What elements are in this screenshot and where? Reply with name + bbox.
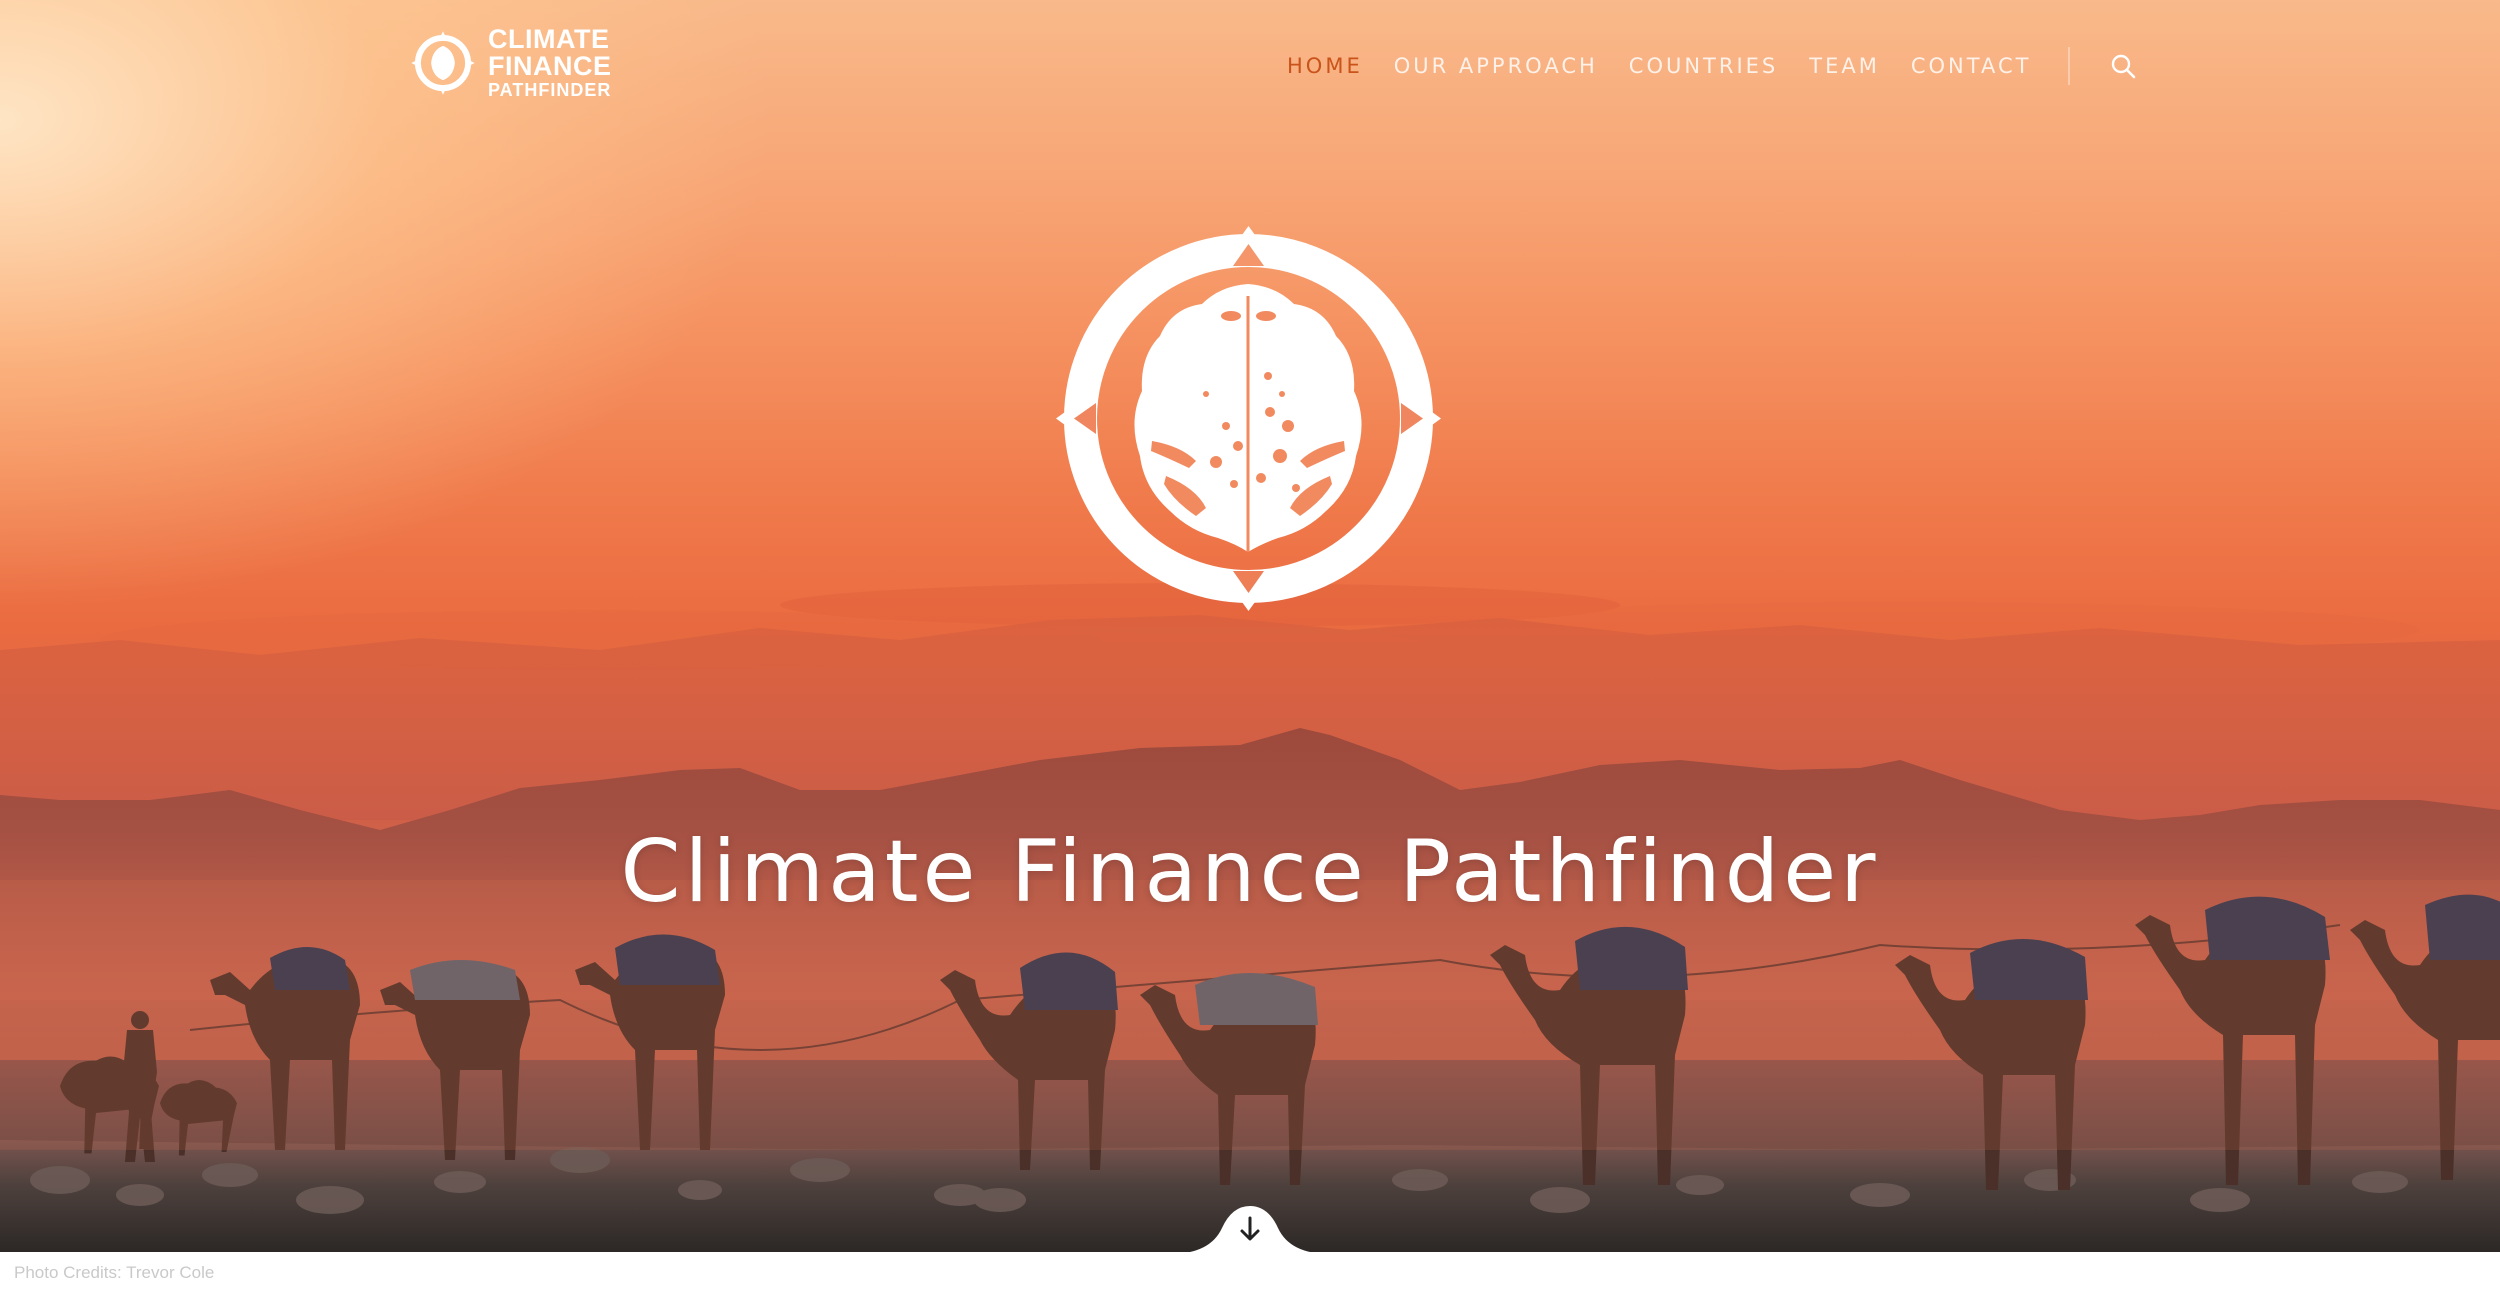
leaf-compass-icon <box>1056 226 1441 611</box>
search-icon[interactable] <box>2108 51 2138 81</box>
brand-line-climate: CLIMATE <box>488 24 610 54</box>
brand-line-pathfinder: PATHFINDER <box>488 80 612 100</box>
brand-line-finance: FINANCE <box>488 51 612 81</box>
site-header: CLIMATE FINANCE PATHFINDER HOME OUR APPR… <box>0 0 2500 125</box>
hero-section <box>0 0 2500 1252</box>
leaf-compass-icon <box>411 30 475 95</box>
nav-item-countries[interactable]: COUNTRIES <box>1629 54 1778 78</box>
nav-item-team[interactable]: TEAM <box>1809 54 1880 78</box>
brand-logo-link[interactable]: CLIMATE FINANCE PATHFINDER <box>410 26 612 99</box>
nav-item-our-approach[interactable]: OUR APPROACH <box>1394 54 1598 78</box>
scroll-down-button[interactable] <box>1170 1202 1330 1254</box>
hero-background-photo <box>0 583 2500 1252</box>
nav-item-home[interactable]: HOME <box>1287 54 1363 78</box>
photo-credits: Photo Credits: Trevor Cole <box>14 1263 215 1282</box>
nav-item-contact[interactable]: CONTACT <box>1911 54 2032 78</box>
main-nav: HOME OUR APPROACH COUNTRIES TEAM CONTACT <box>1287 47 2138 85</box>
page: CLIMATE FINANCE PATHFINDER HOME OUR APPR… <box>0 0 2500 1309</box>
hero-title: Climate Finance Pathfinder <box>620 822 1880 922</box>
nav-divider <box>2068 47 2071 85</box>
brand-wordmark: CLIMATE FINANCE PATHFINDER <box>488 24 612 100</box>
